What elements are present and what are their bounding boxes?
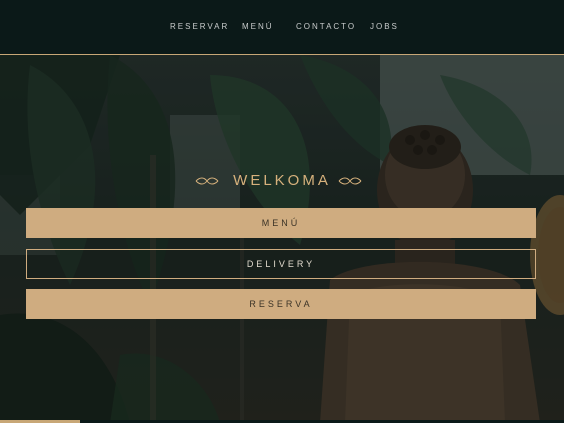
- delivery-button[interactable]: DELIVERY: [26, 249, 536, 279]
- nav-divider: [0, 54, 564, 55]
- nav-link-jobs[interactable]: JOBS: [370, 21, 399, 33]
- hero-dark-overlay: [0, 55, 564, 423]
- hero-background-image: [0, 55, 564, 423]
- top-navigation-bar: RESERVAR MENÚ CONTACTO JOBS: [0, 0, 564, 54]
- menu-button[interactable]: MENÚ: [26, 208, 536, 238]
- nav-link-menu[interactable]: MENÚ: [242, 21, 274, 33]
- page: RESERVAR MENÚ CONTACTO JOBS WELKOMA MENÚ…: [0, 0, 564, 423]
- reserva-button[interactable]: RESERVA: [26, 289, 536, 319]
- welcome-title-row: WELKOMA: [0, 171, 564, 191]
- nav-link-contacto[interactable]: CONTACTO: [296, 21, 356, 33]
- welcome-title: WELKOMA: [233, 172, 331, 189]
- nav-link-reservar[interactable]: RESERVAR: [170, 21, 229, 33]
- nav-links: RESERVAR MENÚ CONTACTO JOBS: [0, 21, 564, 33]
- ornament-right-icon: [338, 177, 362, 185]
